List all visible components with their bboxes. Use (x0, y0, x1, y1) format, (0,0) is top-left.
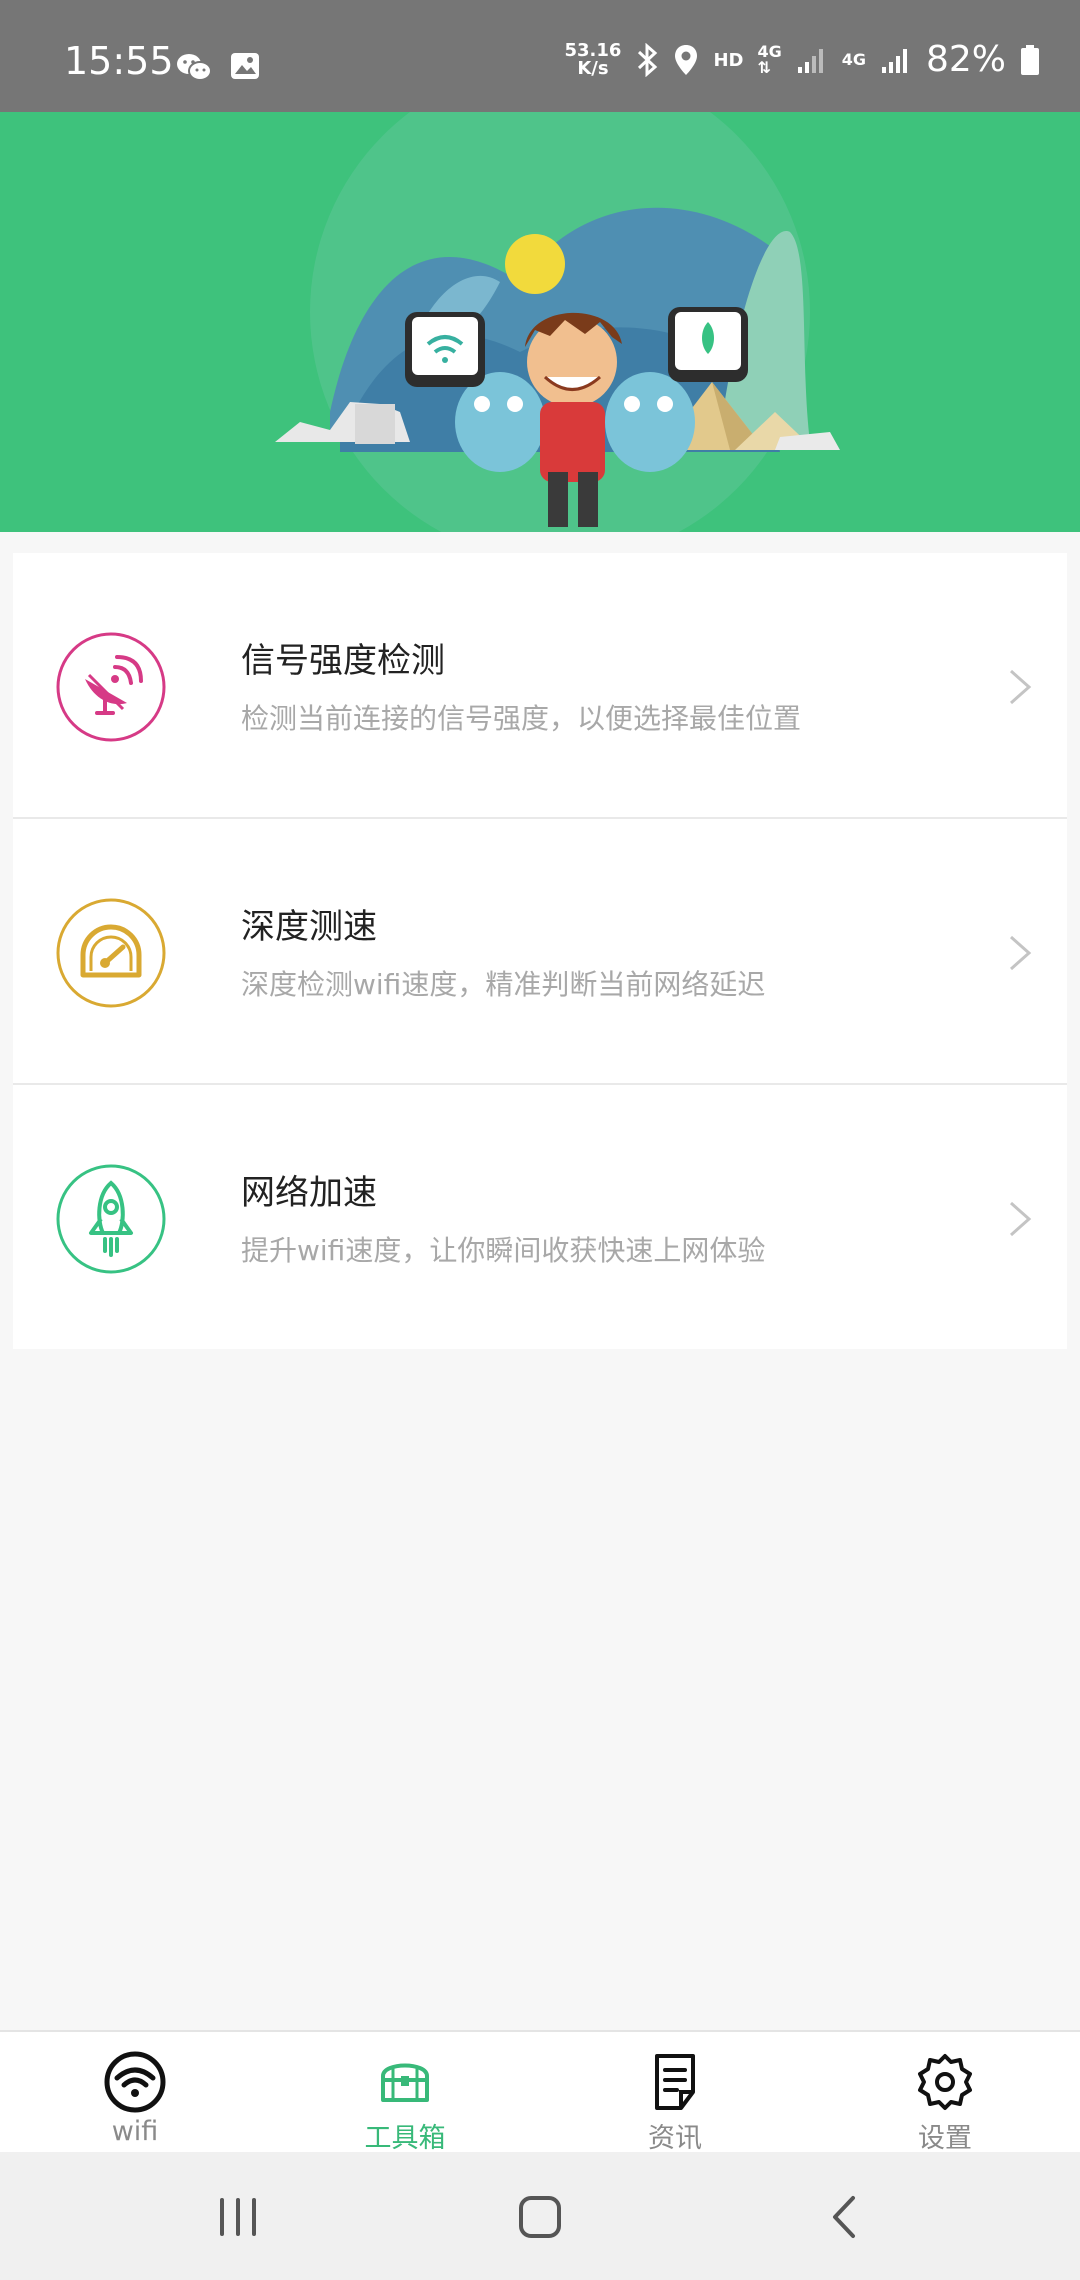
nav-tab-settings[interactable]: 设置 (810, 2032, 1080, 2154)
tool-title: 信号强度检测 (241, 641, 445, 681)
document-icon (655, 2054, 695, 2110)
recent-apps-icon[interactable] (208, 2192, 268, 2242)
tools-list: 信号强度检测 检测当前连接的信号强度，以便选择最佳位置 深度测速 深度检测wif… (13, 553, 1067, 1349)
tool-title: 网络加速 (241, 1173, 377, 1213)
signal-icon (797, 49, 823, 73)
tool-description: 提升wifi速度，让你瞬间收获快速上网体验 (241, 1234, 766, 1267)
nav-tab-wifi[interactable]: wifi (0, 2032, 270, 2154)
nav-label-settings: 设置 (918, 2123, 972, 2154)
battery-percentage: 82% (925, 39, 1006, 80)
nav-label-news: 资讯 (648, 2123, 702, 2154)
chevron-right-icon (1010, 669, 1032, 705)
wifi-icon (104, 2051, 166, 2113)
signal-icon-2 (881, 49, 907, 73)
bluetooth-icon (638, 43, 658, 77)
nav-label-toolbox: 工具箱 (364, 2123, 446, 2154)
bottom-navigation: wifi 工具箱 资讯 设置 (0, 2030, 1080, 2154)
tool-signal-strength[interactable]: 信号强度检测 检测当前连接的信号强度，以便选择最佳位置 (13, 553, 1067, 819)
status-bar: 15:55 53.16 K/s HD 4G ⇅ 4G 82% (0, 0, 1080, 112)
home-icon[interactable] (510, 2192, 570, 2242)
speedometer-icon (56, 898, 166, 1008)
banner-image (275, 112, 840, 532)
network-speed: 53.16 K/s (564, 40, 622, 79)
chevron-right-icon (1010, 1201, 1032, 1237)
tool-description: 深度检测wifi速度，精准判断当前网络延迟 (241, 968, 766, 1001)
tool-title: 深度测速 (241, 907, 377, 947)
tool-description: 检测当前连接的信号强度，以便选择最佳位置 (241, 702, 802, 735)
data-4g-indicator-2: 4G (841, 50, 866, 69)
battery-icon (1021, 45, 1039, 75)
status-time: 15:55 (64, 39, 174, 83)
gear-icon (918, 2054, 972, 2110)
chevron-right-icon (1010, 935, 1032, 971)
data-4g-indicator: 4G ⇅ (757, 42, 782, 77)
wechat-icon (177, 54, 212, 81)
tool-network-boost[interactable]: 网络加速 提升wifi速度，让你瞬间收获快速上网体验 (13, 1085, 1067, 1349)
nav-label-wifi: wifi (111, 2116, 159, 2147)
satellite-dish-icon (56, 632, 166, 742)
nav-tab-news[interactable]: 资讯 (540, 2032, 810, 2154)
system-navigation-bar (0, 2152, 1080, 2280)
hd-indicator: HD (713, 49, 744, 71)
back-icon[interactable] (815, 2192, 875, 2242)
location-icon (675, 45, 698, 75)
gallery-icon (231, 53, 259, 79)
nav-tab-toolbox[interactable]: 工具箱 (270, 2032, 540, 2154)
tool-deep-speed-test[interactable]: 深度测速 深度检测wifi速度，精准判断当前网络延迟 (13, 819, 1067, 1085)
rocket-icon (56, 1164, 166, 1274)
toolbox-chest-icon (381, 2063, 429, 2102)
banner-illustration (0, 112, 1080, 532)
